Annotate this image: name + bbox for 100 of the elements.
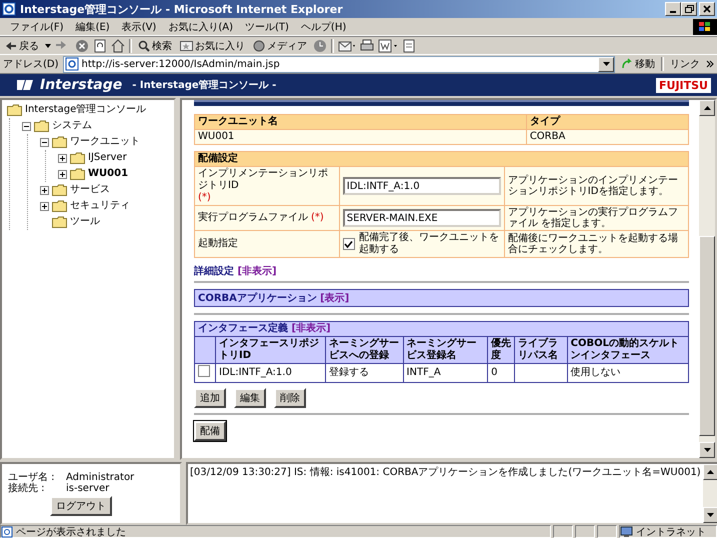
- folder-icon: [52, 136, 67, 148]
- address-field[interactable]: http://is-server:12000/IsAdmin/main.jsp: [62, 56, 615, 72]
- toggle-link[interactable]: [非表示]: [291, 323, 331, 334]
- media-button[interactable]: メディア: [251, 38, 309, 52]
- server-label: 接続先 :: [8, 483, 46, 494]
- home-icon[interactable]: [111, 38, 125, 52]
- back-arrow-icon: [5, 40, 17, 50]
- mail-icon[interactable]: [338, 38, 356, 52]
- dropdown-icon[interactable]: [598, 56, 614, 72]
- company-logo: FUJITSU: [656, 78, 711, 92]
- table-cell: 0: [491, 367, 498, 378]
- field-label: インプリメンテーションリポジトリID: [198, 168, 329, 192]
- scrollbar[interactable]: [699, 100, 715, 458]
- search-icon: [138, 40, 150, 52]
- address-label: アドレス(D): [3, 58, 59, 71]
- expand-icon[interactable]: [58, 170, 67, 178]
- menu-item[interactable]: ヘルプ(H): [294, 20, 352, 34]
- column-header: ネーミングサービスへの登録: [325, 336, 404, 364]
- action-button[interactable]: 削除: [274, 388, 306, 408]
- menu-item[interactable]: 編集(E): [70, 20, 116, 34]
- tree-item[interactable]: ツール: [70, 214, 100, 230]
- scroll-up-icon[interactable]: [707, 470, 714, 474]
- help-text: アプリケーションの実行プログラムファイル を指定します。: [508, 207, 678, 229]
- menu-item[interactable]: ツール(T): [239, 20, 295, 34]
- security-zone: イントラネット: [636, 526, 706, 538]
- maximize-button[interactable]: [681, 2, 697, 16]
- action-button[interactable]: 追加: [194, 388, 226, 408]
- logout-button[interactable]: ログアウト: [50, 496, 112, 516]
- history-icon[interactable]: [313, 38, 327, 52]
- log-message: [03/12/09 13:30:27] IS: 情報: is41001: CORBAアプリケーションを作成しました(ワークユニット名=WU001): [189, 466, 702, 480]
- help-text: アプリケーションのインプリメンテーションリポジトリIDを指定します。: [508, 175, 678, 197]
- intranet-icon: [620, 526, 633, 538]
- stop-icon[interactable]: [75, 38, 89, 52]
- links-button[interactable]: リンク: [668, 57, 702, 71]
- table-cell: INTF_A: [406, 367, 441, 378]
- column-header: タイプ: [526, 114, 688, 130]
- scrollbar[interactable]: [702, 464, 717, 523]
- go-button[interactable]: 移動: [619, 57, 657, 71]
- row-checkbox[interactable]: [198, 365, 210, 377]
- scroll-up-icon[interactable]: [704, 106, 710, 110]
- collapse-icon[interactable]: [22, 122, 31, 130]
- menu-item[interactable]: お気に入り(A): [162, 20, 239, 34]
- edit-icon[interactable]: [378, 38, 398, 52]
- refresh-icon[interactable]: [93, 38, 107, 52]
- tree-item[interactable]: WU001: [88, 166, 128, 182]
- user-label: ユーザ名 :: [8, 472, 56, 483]
- close-button[interactable]: [699, 2, 715, 16]
- tree-item[interactable]: Interstage管理コンソール: [25, 102, 146, 118]
- back-button[interactable]: 戻る: [3, 38, 41, 52]
- tree-item[interactable]: IJServer: [88, 150, 127, 166]
- brand-name: Interstage: [40, 77, 122, 93]
- field-label: 起動指定: [198, 238, 238, 250]
- browser-icon: [2, 2, 16, 16]
- status-panel: [553, 525, 573, 538]
- expand-icon[interactable]: [40, 202, 49, 210]
- column-header: ネーミングサービス登録名: [403, 336, 488, 364]
- column-header: ワークユニット名: [194, 114, 526, 130]
- favorites-button[interactable]: お気に入り: [178, 38, 247, 52]
- input-field[interactable]: IDL:INTF_A:1.0: [342, 177, 501, 195]
- search-button[interactable]: 検索: [136, 38, 174, 52]
- chevron-icon[interactable]: [706, 60, 714, 68]
- input-field[interactable]: SERVER-MAIN.EXE: [342, 209, 501, 227]
- toggle-link[interactable]: [非表示]: [237, 266, 277, 277]
- dropdown-icon[interactable]: [45, 44, 51, 48]
- status-panel: [575, 525, 595, 538]
- windows-logo-icon: [693, 18, 717, 34]
- folder-icon: [52, 216, 67, 228]
- scroll-down-icon[interactable]: [707, 513, 714, 517]
- tree-item[interactable]: セキュリティ: [70, 198, 130, 214]
- folder-icon: [70, 168, 85, 180]
- collapse-icon[interactable]: [40, 138, 49, 146]
- column-header: ライブラリパス名: [514, 336, 568, 364]
- action-button[interactable]: 編集: [234, 388, 266, 408]
- restore-icon: [684, 5, 694, 13]
- scroll-down-icon[interactable]: [704, 448, 710, 452]
- section-label: 詳細設定: [194, 266, 234, 277]
- document-icon[interactable]: [402, 38, 416, 52]
- expand-icon[interactable]: [58, 154, 67, 162]
- logo-icon: [16, 78, 34, 92]
- required-mark: (*): [311, 212, 324, 224]
- toggle-link[interactable]: [表示]: [320, 293, 350, 304]
- column-header: インタフェースリポジトリID: [216, 336, 326, 364]
- expand-icon[interactable]: [40, 186, 49, 194]
- folder-icon: [52, 184, 67, 196]
- user-name: Administrator: [66, 472, 136, 483]
- checkbox[interactable]: [342, 238, 355, 250]
- table-cell: WU001: [194, 130, 526, 144]
- menu-item[interactable]: ファイル(F): [4, 20, 70, 34]
- status-panel: [597, 525, 617, 538]
- star-folder-icon: [180, 40, 193, 51]
- tree-item[interactable]: ワークユニット: [70, 134, 140, 150]
- menu-item[interactable]: 表示(V): [116, 20, 162, 34]
- table-cell: CORBA: [526, 130, 688, 144]
- section-title: 配備設定: [194, 152, 688, 166]
- tree-item[interactable]: サービス: [70, 182, 110, 198]
- minimize-button[interactable]: [665, 2, 681, 16]
- deploy-button[interactable]: 配備: [194, 421, 226, 441]
- tree-item[interactable]: システム: [52, 118, 92, 134]
- close-icon: [703, 5, 711, 13]
- print-icon[interactable]: [360, 38, 374, 52]
